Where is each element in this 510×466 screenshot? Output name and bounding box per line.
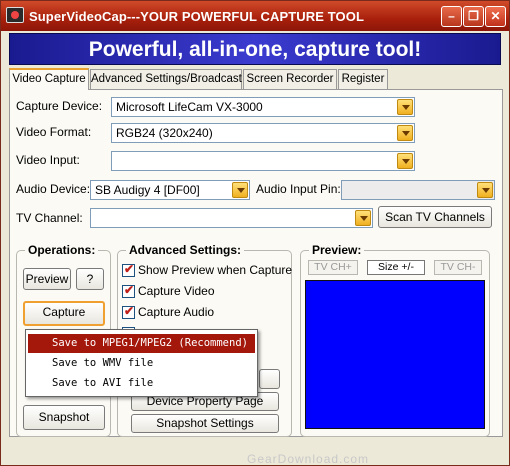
banner: Powerful, all-in-one, capture tool! bbox=[9, 33, 501, 65]
app-window: SuperVideoCap---YOUR POWERFUL CAPTURE TO… bbox=[0, 0, 510, 466]
video-preview-area bbox=[305, 280, 485, 429]
video-format-label: Video Format: bbox=[16, 125, 92, 139]
window-title: SuperVideoCap---YOUR POWERFUL CAPTURE TO… bbox=[29, 9, 364, 24]
audio-input-pin-select[interactable] bbox=[341, 180, 495, 200]
tv-ch-minus-button[interactable]: TV CH- bbox=[434, 260, 482, 275]
tv-channel-select[interactable] bbox=[90, 208, 373, 228]
tv-ch-plus-button[interactable]: TV CH+ bbox=[308, 260, 358, 275]
chevron-down-icon[interactable] bbox=[232, 182, 248, 198]
chevron-down-icon[interactable] bbox=[355, 210, 371, 226]
capture-button[interactable]: Capture bbox=[23, 301, 105, 326]
preview-title: Preview: bbox=[309, 243, 365, 257]
video-input-label: Video Input: bbox=[16, 153, 80, 167]
capture-audio-label: Capture Audio bbox=[138, 305, 215, 319]
show-preview-checkbox[interactable] bbox=[122, 262, 135, 277]
chevron-down-icon[interactable] bbox=[397, 153, 413, 169]
snapshot-settings-button[interactable]: Snapshot Settings bbox=[131, 414, 279, 433]
chevron-down-icon[interactable] bbox=[477, 182, 493, 198]
chevron-down-icon[interactable] bbox=[397, 99, 413, 115]
menu-item-save-avi[interactable]: Save to AVI file bbox=[28, 374, 255, 393]
audio-device-value: SB Audigy 4 [DF00] bbox=[95, 183, 200, 197]
advanced-settings-title: Advanced Settings: bbox=[126, 243, 245, 257]
tab-advanced-settings[interactable]: Advanced Settings/Broadcast bbox=[90, 69, 242, 89]
capture-menu: Save to MPEG1/MPEG2 (Recommend) Save to … bbox=[25, 329, 258, 397]
capture-device-value: Microsoft LifeCam VX-3000 bbox=[116, 100, 263, 114]
snapshot-button[interactable]: Snapshot bbox=[23, 405, 105, 430]
capture-device-label: Capture Device: bbox=[16, 99, 103, 113]
tab-video-capture[interactable]: Video Capture bbox=[9, 68, 89, 90]
preview-button[interactable]: Preview bbox=[23, 268, 71, 290]
scan-tv-channels-button[interactable]: Scan TV Channels bbox=[378, 206, 492, 228]
tv-channel-label: TV Channel: bbox=[16, 211, 83, 225]
audio-input-pin-label: Audio Input Pin: bbox=[256, 182, 341, 196]
app-camera-icon bbox=[6, 7, 24, 23]
size-toggle-button[interactable]: Size +/- bbox=[367, 260, 425, 275]
tab-register[interactable]: Register bbox=[338, 69, 388, 89]
menu-item-save-mpeg[interactable]: Save to MPEG1/MPEG2 (Recommend) bbox=[28, 334, 255, 353]
capture-video-label: Capture Video bbox=[138, 284, 215, 298]
title-bar[interactable]: SuperVideoCap---YOUR POWERFUL CAPTURE TO… bbox=[1, 1, 509, 31]
show-preview-label: Show Preview when Capture bbox=[138, 263, 293, 277]
close-button[interactable]: ✕ bbox=[485, 6, 506, 27]
minimize-button[interactable]: – bbox=[441, 6, 462, 27]
tab-screen-recorder[interactable]: Screen Recorder bbox=[243, 69, 337, 89]
help-button[interactable]: ? bbox=[76, 268, 104, 290]
capture-video-checkbox[interactable] bbox=[122, 283, 135, 298]
capture-audio-checkbox[interactable] bbox=[122, 304, 135, 319]
video-format-select[interactable]: RGB24 (320x240) bbox=[111, 123, 415, 143]
video-input-select[interactable] bbox=[111, 151, 415, 171]
chevron-down-icon[interactable] bbox=[397, 125, 413, 141]
settings-button[interactable] bbox=[259, 369, 280, 389]
audio-device-select[interactable]: SB Audigy 4 [DF00] bbox=[90, 180, 250, 200]
capture-device-select[interactable]: Microsoft LifeCam VX-3000 bbox=[111, 97, 415, 117]
operations-title: Operations: bbox=[25, 243, 99, 257]
video-format-value: RGB24 (320x240) bbox=[116, 126, 213, 140]
audio-device-label: Audio Device: bbox=[16, 182, 91, 196]
restore-button[interactable]: ❐ bbox=[463, 6, 484, 27]
watermark: GearDownload.com bbox=[247, 452, 370, 466]
menu-item-save-wmv[interactable]: Save to WMV file bbox=[28, 354, 255, 373]
